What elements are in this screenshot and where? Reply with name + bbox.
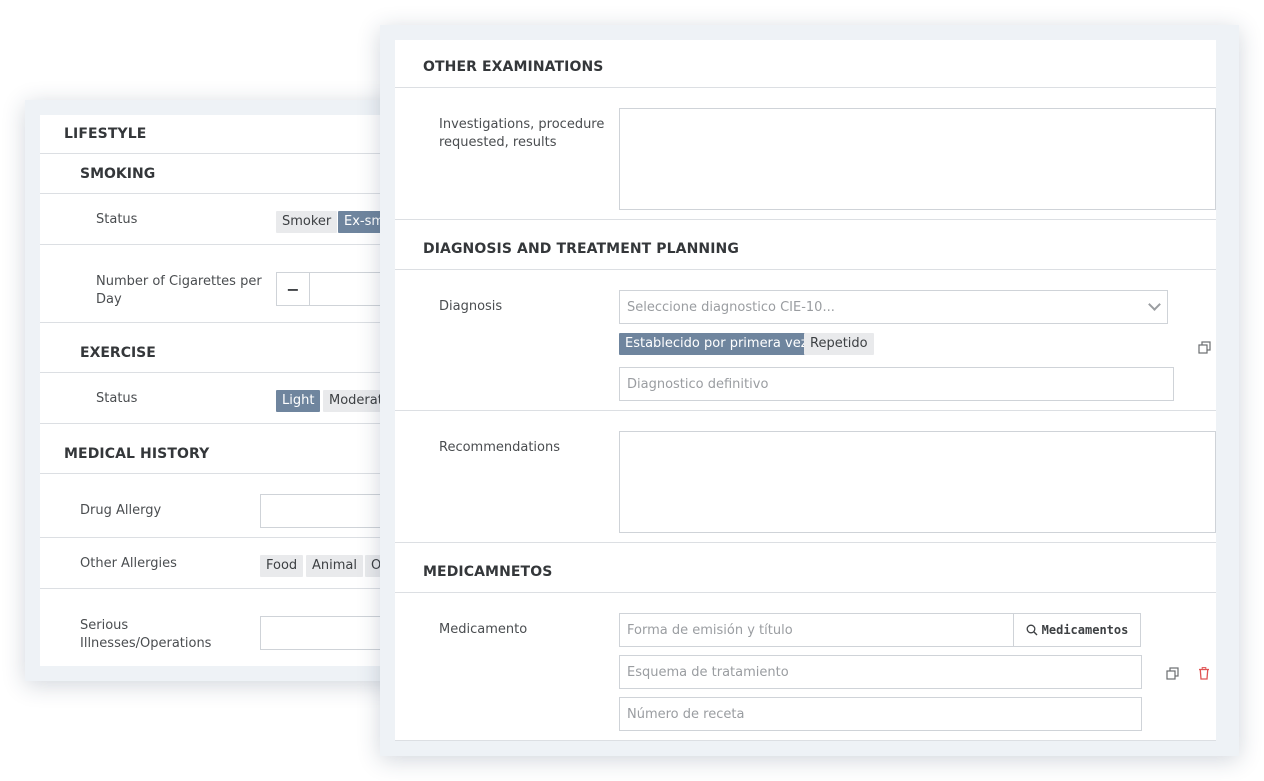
investigations-textarea[interactable] bbox=[619, 108, 1216, 210]
exercise-option-light[interactable]: Light bbox=[276, 390, 321, 412]
exercise-heading: EXERCISE bbox=[80, 345, 156, 361]
divider bbox=[395, 87, 1216, 88]
smoking-heading: SMOKING bbox=[80, 166, 156, 182]
smoking-status-label: Status bbox=[96, 212, 138, 227]
other-examinations-heading: OTHER EXAMINATIONS bbox=[423, 59, 604, 75]
copy-icon bbox=[1197, 340, 1211, 354]
medicamento-label: Medicamento bbox=[439, 622, 528, 637]
diagnosis-type-repeated[interactable]: Repetido bbox=[804, 333, 874, 355]
divider bbox=[40, 372, 425, 373]
lifestyle-form-card: LIFESTYLE SMOKING Status Smoker Ex-sm Nu… bbox=[25, 100, 425, 681]
serious-illnesses-label: Serious Illnesses/Operations bbox=[80, 618, 212, 651]
clinical-form-body: OTHER EXAMINATIONS Investigations, proce… bbox=[395, 40, 1216, 741]
exercise-status-label: Status bbox=[96, 391, 138, 406]
medical-history-heading: MEDICAL HISTORY bbox=[64, 446, 210, 462]
divider bbox=[40, 423, 425, 424]
smoking-option-smoker[interactable]: Smoker bbox=[276, 211, 338, 233]
other-allergies-label: Other Allergies bbox=[80, 556, 177, 571]
delete-medication-button[interactable] bbox=[1196, 665, 1212, 681]
trash-icon bbox=[1199, 666, 1209, 680]
lifestyle-heading: LIFESTYLE bbox=[64, 126, 147, 142]
divider bbox=[395, 740, 1216, 741]
diagnosis-label: Diagnosis bbox=[439, 299, 503, 314]
exercise-option-moderate[interactable]: Moderat bbox=[323, 390, 389, 412]
divider bbox=[40, 588, 425, 589]
divider bbox=[40, 537, 425, 538]
recommendations-textarea[interactable] bbox=[619, 431, 1216, 533]
diagnosis-select-placeholder: Seleccione diagnostico CIE-10... bbox=[627, 299, 835, 315]
allergy-option-animal[interactable]: Animal bbox=[306, 555, 363, 577]
divider bbox=[395, 592, 1216, 593]
medicamentos-heading: MEDICAMNETOS bbox=[423, 564, 553, 580]
divider bbox=[40, 473, 425, 474]
divider bbox=[395, 269, 1216, 270]
cigarettes-label: Number of Cigarettes per Day bbox=[96, 274, 262, 307]
search-icon bbox=[1026, 624, 1038, 636]
investigations-label: Investigations, procedure requested, res… bbox=[439, 117, 605, 150]
search-medications-label: Medicamentos bbox=[1041, 623, 1129, 637]
divider bbox=[40, 153, 425, 154]
divider bbox=[40, 322, 425, 323]
copy-icon bbox=[1165, 666, 1179, 680]
diagnosis-type-first-time[interactable]: Establecido por primera vez bbox=[619, 333, 814, 355]
allergy-option-food[interactable]: Food bbox=[260, 555, 304, 577]
drug-allergy-label: Drug Allergy bbox=[80, 503, 162, 518]
medication-form-input[interactable]: Forma de emisión y título bbox=[619, 613, 1014, 647]
copy-medication-button[interactable] bbox=[1164, 665, 1180, 681]
definitive-diagnosis-input[interactable]: Diagnostico definitivo bbox=[619, 367, 1174, 401]
prescription-number-input[interactable]: Número de receta bbox=[619, 697, 1142, 731]
diagnosis-select[interactable]: Seleccione diagnostico CIE-10... bbox=[619, 290, 1168, 324]
divider bbox=[395, 219, 1216, 220]
copy-diagnosis-button[interactable] bbox=[1196, 339, 1212, 355]
divider bbox=[40, 244, 425, 245]
cigarettes-decrement-button[interactable]: − bbox=[276, 272, 310, 306]
clinical-form-card: OTHER EXAMINATIONS Investigations, proce… bbox=[380, 25, 1239, 756]
diagnosis-heading: DIAGNOSIS AND TREATMENT PLANNING bbox=[423, 241, 739, 257]
minus-icon: − bbox=[286, 279, 300, 299]
recommendations-label: Recommendations bbox=[439, 440, 561, 455]
treatment-scheme-input[interactable]: Esquema de tratamiento bbox=[619, 655, 1142, 689]
lifestyle-form-body: LIFESTYLE SMOKING Status Smoker Ex-sm Nu… bbox=[40, 115, 425, 666]
search-medications-button[interactable]: Medicamentos bbox=[1013, 613, 1141, 647]
divider bbox=[40, 193, 425, 194]
divider bbox=[395, 410, 1216, 411]
divider bbox=[395, 542, 1216, 543]
